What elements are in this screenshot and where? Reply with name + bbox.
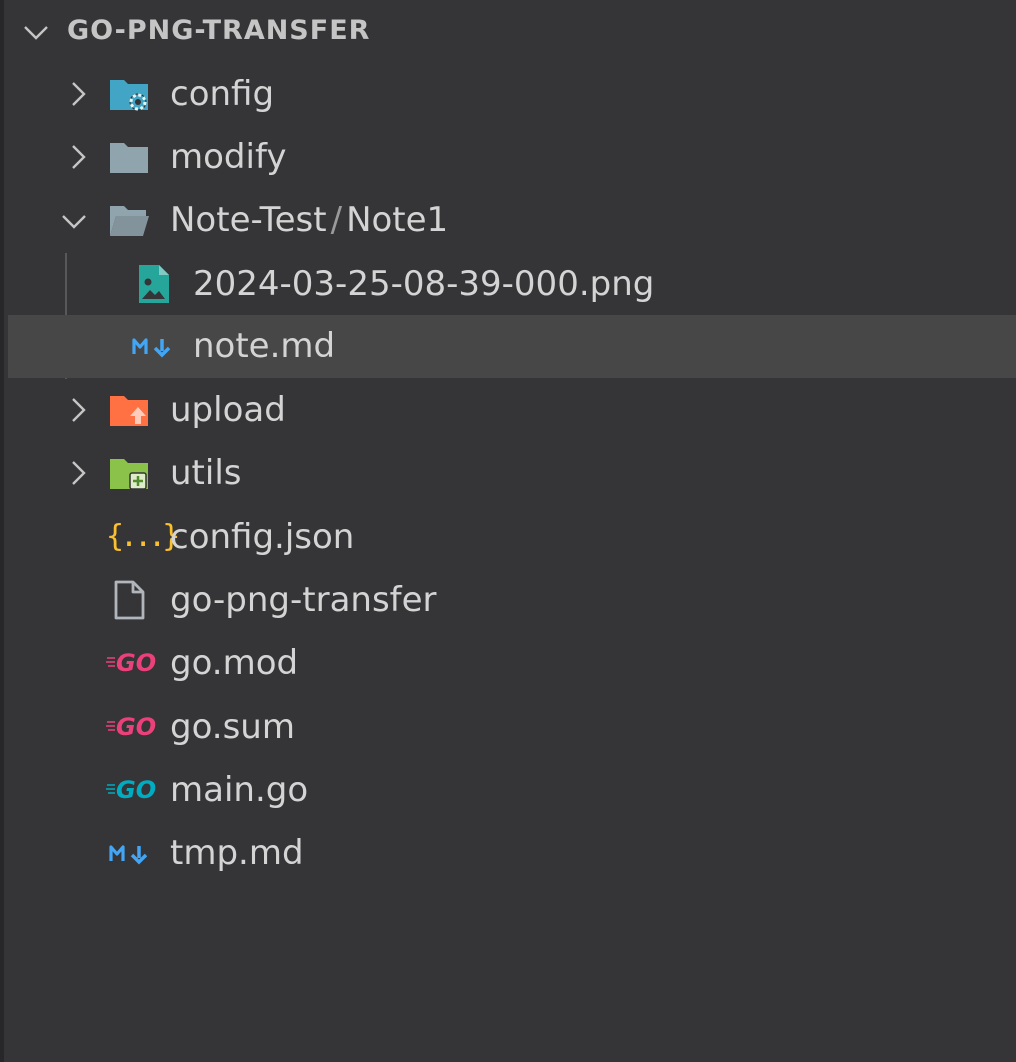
tree-item-label: main.go [170,770,309,810]
folder-name: Note-Test [170,200,327,240]
tree-item-upload[interactable]: upload [8,379,1016,442]
tree-item-note-md[interactable]: note.md [8,315,1016,378]
tree-item-label: utils [170,453,242,493]
chevron-right-icon [72,461,86,485]
markdown-icon [132,338,171,358]
tree-item-utils[interactable]: utils [8,442,1016,505]
tree-item-go-sum[interactable]: GO go.sum [8,696,1016,759]
tree-item-label: go.mod [170,643,299,683]
tree-item-tmp-md[interactable]: tmp.md [8,822,1016,885]
tree-item-go-mod[interactable]: GO go.mod [8,632,1016,695]
tree-item-label: tmp.md [170,833,304,873]
tree-item-go-png-transfer[interactable]: go-png-transfer [8,569,1016,632]
path-separator: / [330,200,343,240]
subfolder-name: Note1 [346,200,449,240]
tree-item-label: note.md [193,326,336,366]
chevron-down-icon [24,26,48,40]
file-icon [114,580,145,620]
tree-item-label: go.sum [170,707,295,747]
folder-config-icon [110,80,148,111]
tree-item-label: go-png-transfer [170,580,437,620]
markdown-icon [109,845,148,865]
tree-item-config-json[interactable]: {...} config.json [8,506,1016,569]
chevron-right-icon [72,398,86,422]
tree-item-label: config.json [170,517,355,557]
tree-item-png[interactable]: 2024-03-25-08-39-000.png [8,253,1016,316]
go-speed-lines-icon [106,657,115,667]
tree-item-config[interactable]: config [8,63,1016,126]
tree-item-note-test[interactable]: Note-Test / Note1 [8,189,1016,252]
folder-icon [110,143,148,173]
explorer-section-header[interactable]: GO-PNG-TRANSFER [8,0,1016,63]
go-speed-lines-icon [106,784,115,794]
image-file-icon [139,265,169,303]
tree-item-label: modify [170,137,287,177]
tree-item-modify[interactable]: modify [8,126,1016,189]
explorer-title: GO-PNG-TRANSFER [67,15,371,46]
file-explorer: GO-PNG-TRANSFER config modify Note-Test … [0,0,1016,1062]
folder-upload-icon [110,396,148,426]
json-icon: {...} [106,519,180,554]
tree-item-label: 2024-03-25-08-39-000.png [193,264,655,304]
go-mod-icon: GO [116,649,157,677]
chevron-right-icon [72,145,86,169]
go-speed-lines-icon [106,721,115,731]
go-icon: GO [116,776,157,804]
folder-utils-icon [110,459,148,490]
tree-item-label: upload [170,390,286,430]
go-sum-icon: GO [116,713,157,741]
folder-open-icon [110,206,149,236]
tree-item-label: Note-Test / Note1 [170,200,448,240]
chevron-down-icon [62,215,86,229]
tree-item-main-go[interactable]: GO main.go [8,759,1016,822]
tree-item-label: config [170,74,275,114]
chevron-right-icon [72,82,86,106]
